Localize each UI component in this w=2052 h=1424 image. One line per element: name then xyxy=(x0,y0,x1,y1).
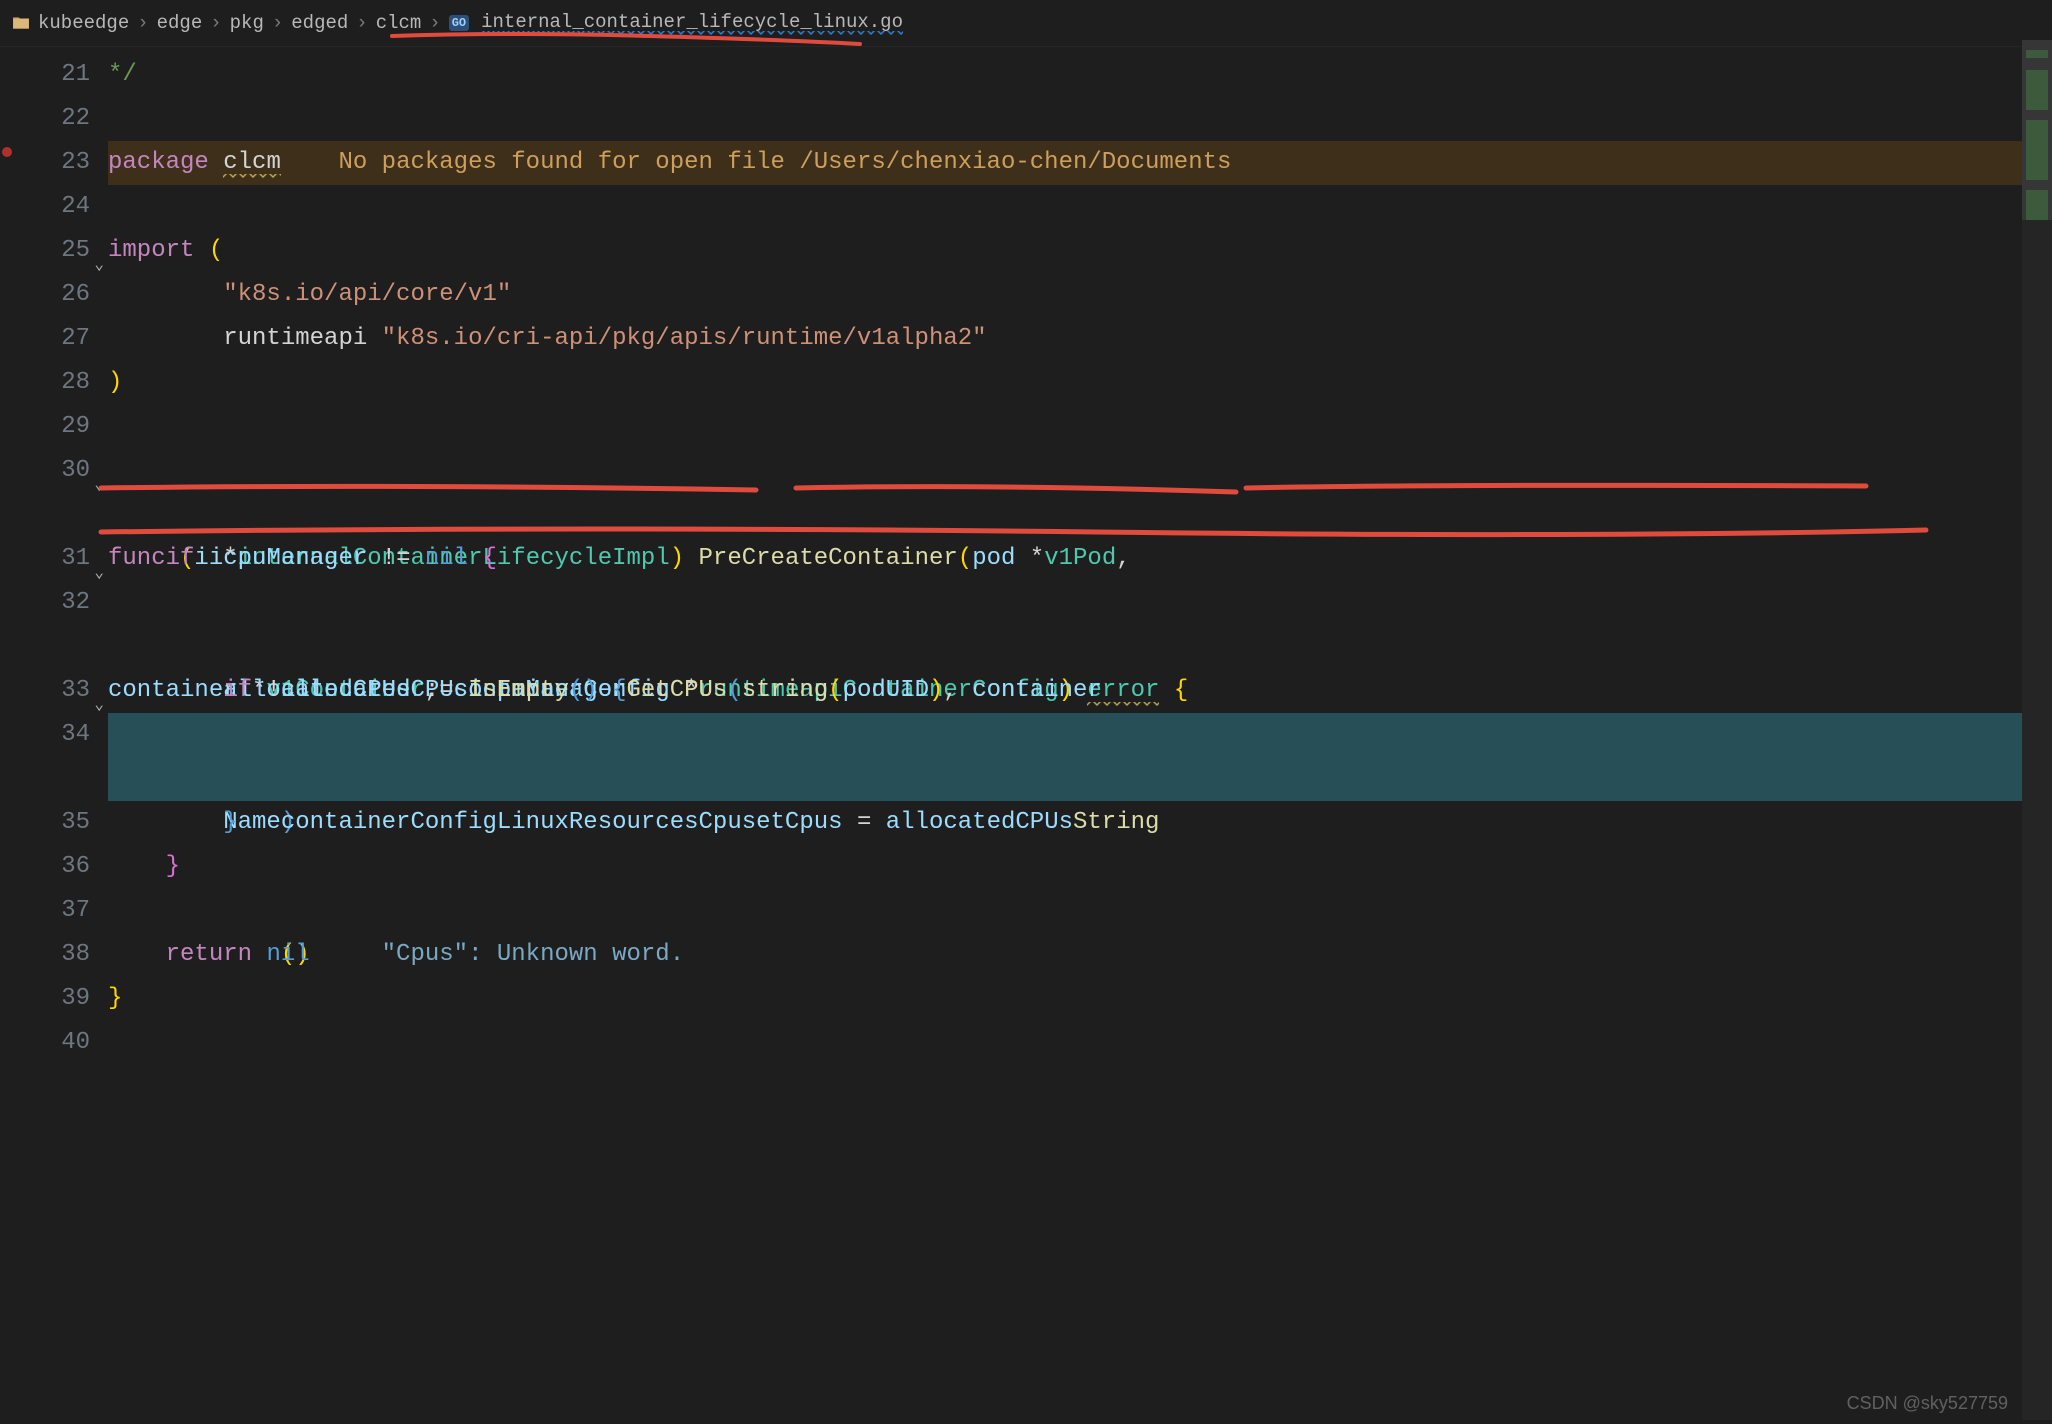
code-line[interactable]: func (i *internalContainerLifecycleImpl)… xyxy=(108,449,2052,537)
line-number[interactable]: 23 xyxy=(0,141,90,185)
minimap-block xyxy=(2026,120,2048,180)
code-line[interactable]: if icpuManager != nil { xyxy=(108,537,2052,581)
fold-chevron-icon[interactable]: ⌄ xyxy=(94,243,104,287)
code-line[interactable]: } xyxy=(108,801,2052,845)
line-number[interactable]: 28 xyxy=(0,361,90,405)
code-line[interactable]: "k8s.io/api/core/v1" xyxy=(108,273,2052,317)
breadcrumb-item[interactable]: pkg xyxy=(230,12,264,34)
breadcrumb-item[interactable]: clcm xyxy=(376,12,422,34)
line-number[interactable]: 29 xyxy=(0,405,90,449)
breadcrumb-item[interactable]: edged xyxy=(291,12,348,34)
code-editor[interactable]: 21 22 23 24 25⌄ 26 27 28 29 30⌄ 31⌄ 32 3… xyxy=(0,47,2052,1065)
line-number[interactable]: 40 xyxy=(0,1021,90,1065)
line-number[interactable]: 25⌄ xyxy=(0,229,90,273)
chevron-right-icon: › xyxy=(210,12,221,34)
code-line[interactable]: allocatedCPUs := icpuManagerGetCPUs(stri… xyxy=(108,581,2052,669)
breadcrumb-item[interactable]: edge xyxy=(157,12,203,34)
chevron-right-icon: › xyxy=(429,12,440,34)
inline-diagnostic: No packages found for open file /Users/c… xyxy=(281,149,1232,176)
line-number[interactable]: 35 xyxy=(0,801,90,845)
fold-chevron-icon[interactable]: ⌄ xyxy=(94,683,104,727)
line-number[interactable]: 24 xyxy=(0,185,90,229)
line-number[interactable]: 27 xyxy=(0,317,90,361)
code-line[interactable]: package clcm No packages found for open … xyxy=(108,141,2052,185)
line-number[interactable]: 34 xyxy=(0,713,90,801)
fold-chevron-icon[interactable]: ⌄ xyxy=(94,551,104,595)
code-line[interactable]: } xyxy=(108,977,2052,1021)
code-line[interactable] xyxy=(108,1021,2052,1065)
code-line[interactable]: return nil xyxy=(108,933,2052,977)
code-line[interactable]: if !allocatedCPUsIsEmpty() { xyxy=(108,669,2052,713)
line-number[interactable]: 22 xyxy=(0,97,90,141)
breadcrumb-bar: kubeedge › edge › pkg › edged › clcm › G… xyxy=(0,0,2052,47)
code-line[interactable]: ) xyxy=(108,361,2052,405)
minimap-block xyxy=(2026,70,2048,110)
chevron-right-icon: › xyxy=(272,12,283,34)
line-number[interactable]: 37 xyxy=(0,889,90,933)
code-line[interactable] xyxy=(108,889,2052,933)
watermark: CSDN @sky527759 xyxy=(1847,1393,2008,1414)
line-number[interactable]: 39 xyxy=(0,977,90,1021)
line-number[interactable]: 26 xyxy=(0,273,90,317)
line-number[interactable]: 36 xyxy=(0,845,90,889)
code-area[interactable]: */ package clcm No packages found for op… xyxy=(108,47,2052,1065)
line-number[interactable]: 31⌄ xyxy=(0,537,90,581)
breadcrumb-file[interactable]: internal_container_lifecycle_linux.go xyxy=(481,11,903,35)
minimap[interactable] xyxy=(2022,40,2052,1420)
code-line[interactable]: runtimeapi "k8s.io/cri-api/pkg/apis/runt… xyxy=(108,317,2052,361)
fold-chevron-icon[interactable]: ⌄ xyxy=(94,463,104,507)
folder-icon xyxy=(12,14,30,32)
line-number-gutter: 21 22 23 24 25⌄ 26 27 28 29 30⌄ 31⌄ 32 3… xyxy=(0,47,108,1065)
line-number[interactable]: 38 xyxy=(0,933,90,977)
chevron-right-icon: › xyxy=(356,12,367,34)
breadcrumb-item[interactable]: kubeedge xyxy=(38,12,129,34)
code-line-highlighted[interactable]: containerConfigLinuxResourcesCpusetCpus … xyxy=(108,713,2052,801)
line-number[interactable]: 21 xyxy=(0,53,90,97)
code-line[interactable] xyxy=(108,185,2052,229)
chevron-right-icon: › xyxy=(137,12,148,34)
go-file-icon: GO xyxy=(449,15,469,31)
code-line[interactable]: */ xyxy=(108,53,2052,97)
code-line[interactable]: } xyxy=(108,845,2052,889)
minimap-block xyxy=(2026,50,2048,58)
line-number[interactable]: 33⌄ xyxy=(0,669,90,713)
code-line[interactable] xyxy=(108,405,2052,449)
line-number[interactable]: 32 xyxy=(0,581,90,669)
line-number[interactable]: 30⌄ xyxy=(0,449,90,537)
code-line[interactable]: import ( xyxy=(108,229,2052,273)
code-line[interactable] xyxy=(108,97,2052,141)
minimap-block xyxy=(2026,190,2048,220)
